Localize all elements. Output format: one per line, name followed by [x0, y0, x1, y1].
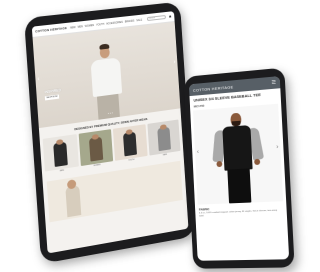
nav-item[interactable]: NEW — [70, 25, 76, 29]
nav-item[interactable]: MEN — [77, 25, 82, 29]
card-figure — [88, 136, 104, 162]
phone-logo[interactable]: COTTON HERITAGE — [193, 84, 234, 93]
product-image[interactable]: ‹ › — [193, 103, 284, 205]
card-figure — [156, 127, 171, 152]
nav-item[interactable]: WOMEN — [85, 23, 94, 27]
model-hand-right — [254, 158, 261, 165]
nav-item[interactable]: YOUTH — [96, 22, 104, 26]
cart-icon[interactable]: ☗ — [169, 14, 172, 18]
menu-icon[interactable]: ☰ — [271, 79, 276, 85]
chevron-left-icon[interactable]: ‹ — [197, 149, 199, 155]
promo-figure — [65, 184, 82, 218]
tablet-screen: COTTON HERITAGE NEW MEN WOMEN YOUTH ACCE… — [31, 11, 189, 254]
card-figure-head — [91, 133, 99, 140]
hero-shop-button[interactable]: SHOP NOW — [44, 94, 60, 101]
card-figure-head — [159, 123, 167, 130]
model-hand-left — [216, 160, 223, 167]
model-beard — [231, 120, 241, 126]
search-input[interactable]: Search — [147, 14, 167, 22]
nav-item[interactable]: BRANDS — [125, 19, 135, 23]
tablet-device: COTTON HERITAGE NEW MEN WOMEN YOUTH ACCE… — [24, 1, 196, 264]
phone-device: COTTON HERITAGE ☰ UNISEX 3/4 SLEEVE BASE… — [183, 67, 295, 269]
category-card[interactable] — [112, 124, 148, 161]
chevron-right-icon[interactable]: › — [173, 60, 175, 66]
category-card[interactable] — [146, 119, 181, 156]
hero-headline: INSPIRED — [44, 88, 62, 95]
hero-model-shirt — [90, 57, 123, 98]
category-card[interactable] — [78, 129, 114, 167]
tablet-logo[interactable]: COTTON HERITAGE — [35, 26, 67, 34]
nav-item[interactable]: ACCESSORIES — [106, 20, 123, 25]
phone-screen: COTTON HERITAGE ☰ UNISEX 3/4 SLEEVE BASE… — [188, 76, 290, 261]
nav-item[interactable]: SALE — [136, 18, 142, 22]
card-figure — [123, 131, 138, 157]
model-legs — [227, 167, 252, 204]
chevron-right-icon[interactable]: › — [276, 144, 278, 150]
category-card[interactable] — [42, 134, 79, 172]
card-figure — [53, 142, 69, 167]
chevron-left-icon[interactable]: ‹ — [37, 76, 39, 82]
tee-body — [222, 124, 253, 171]
